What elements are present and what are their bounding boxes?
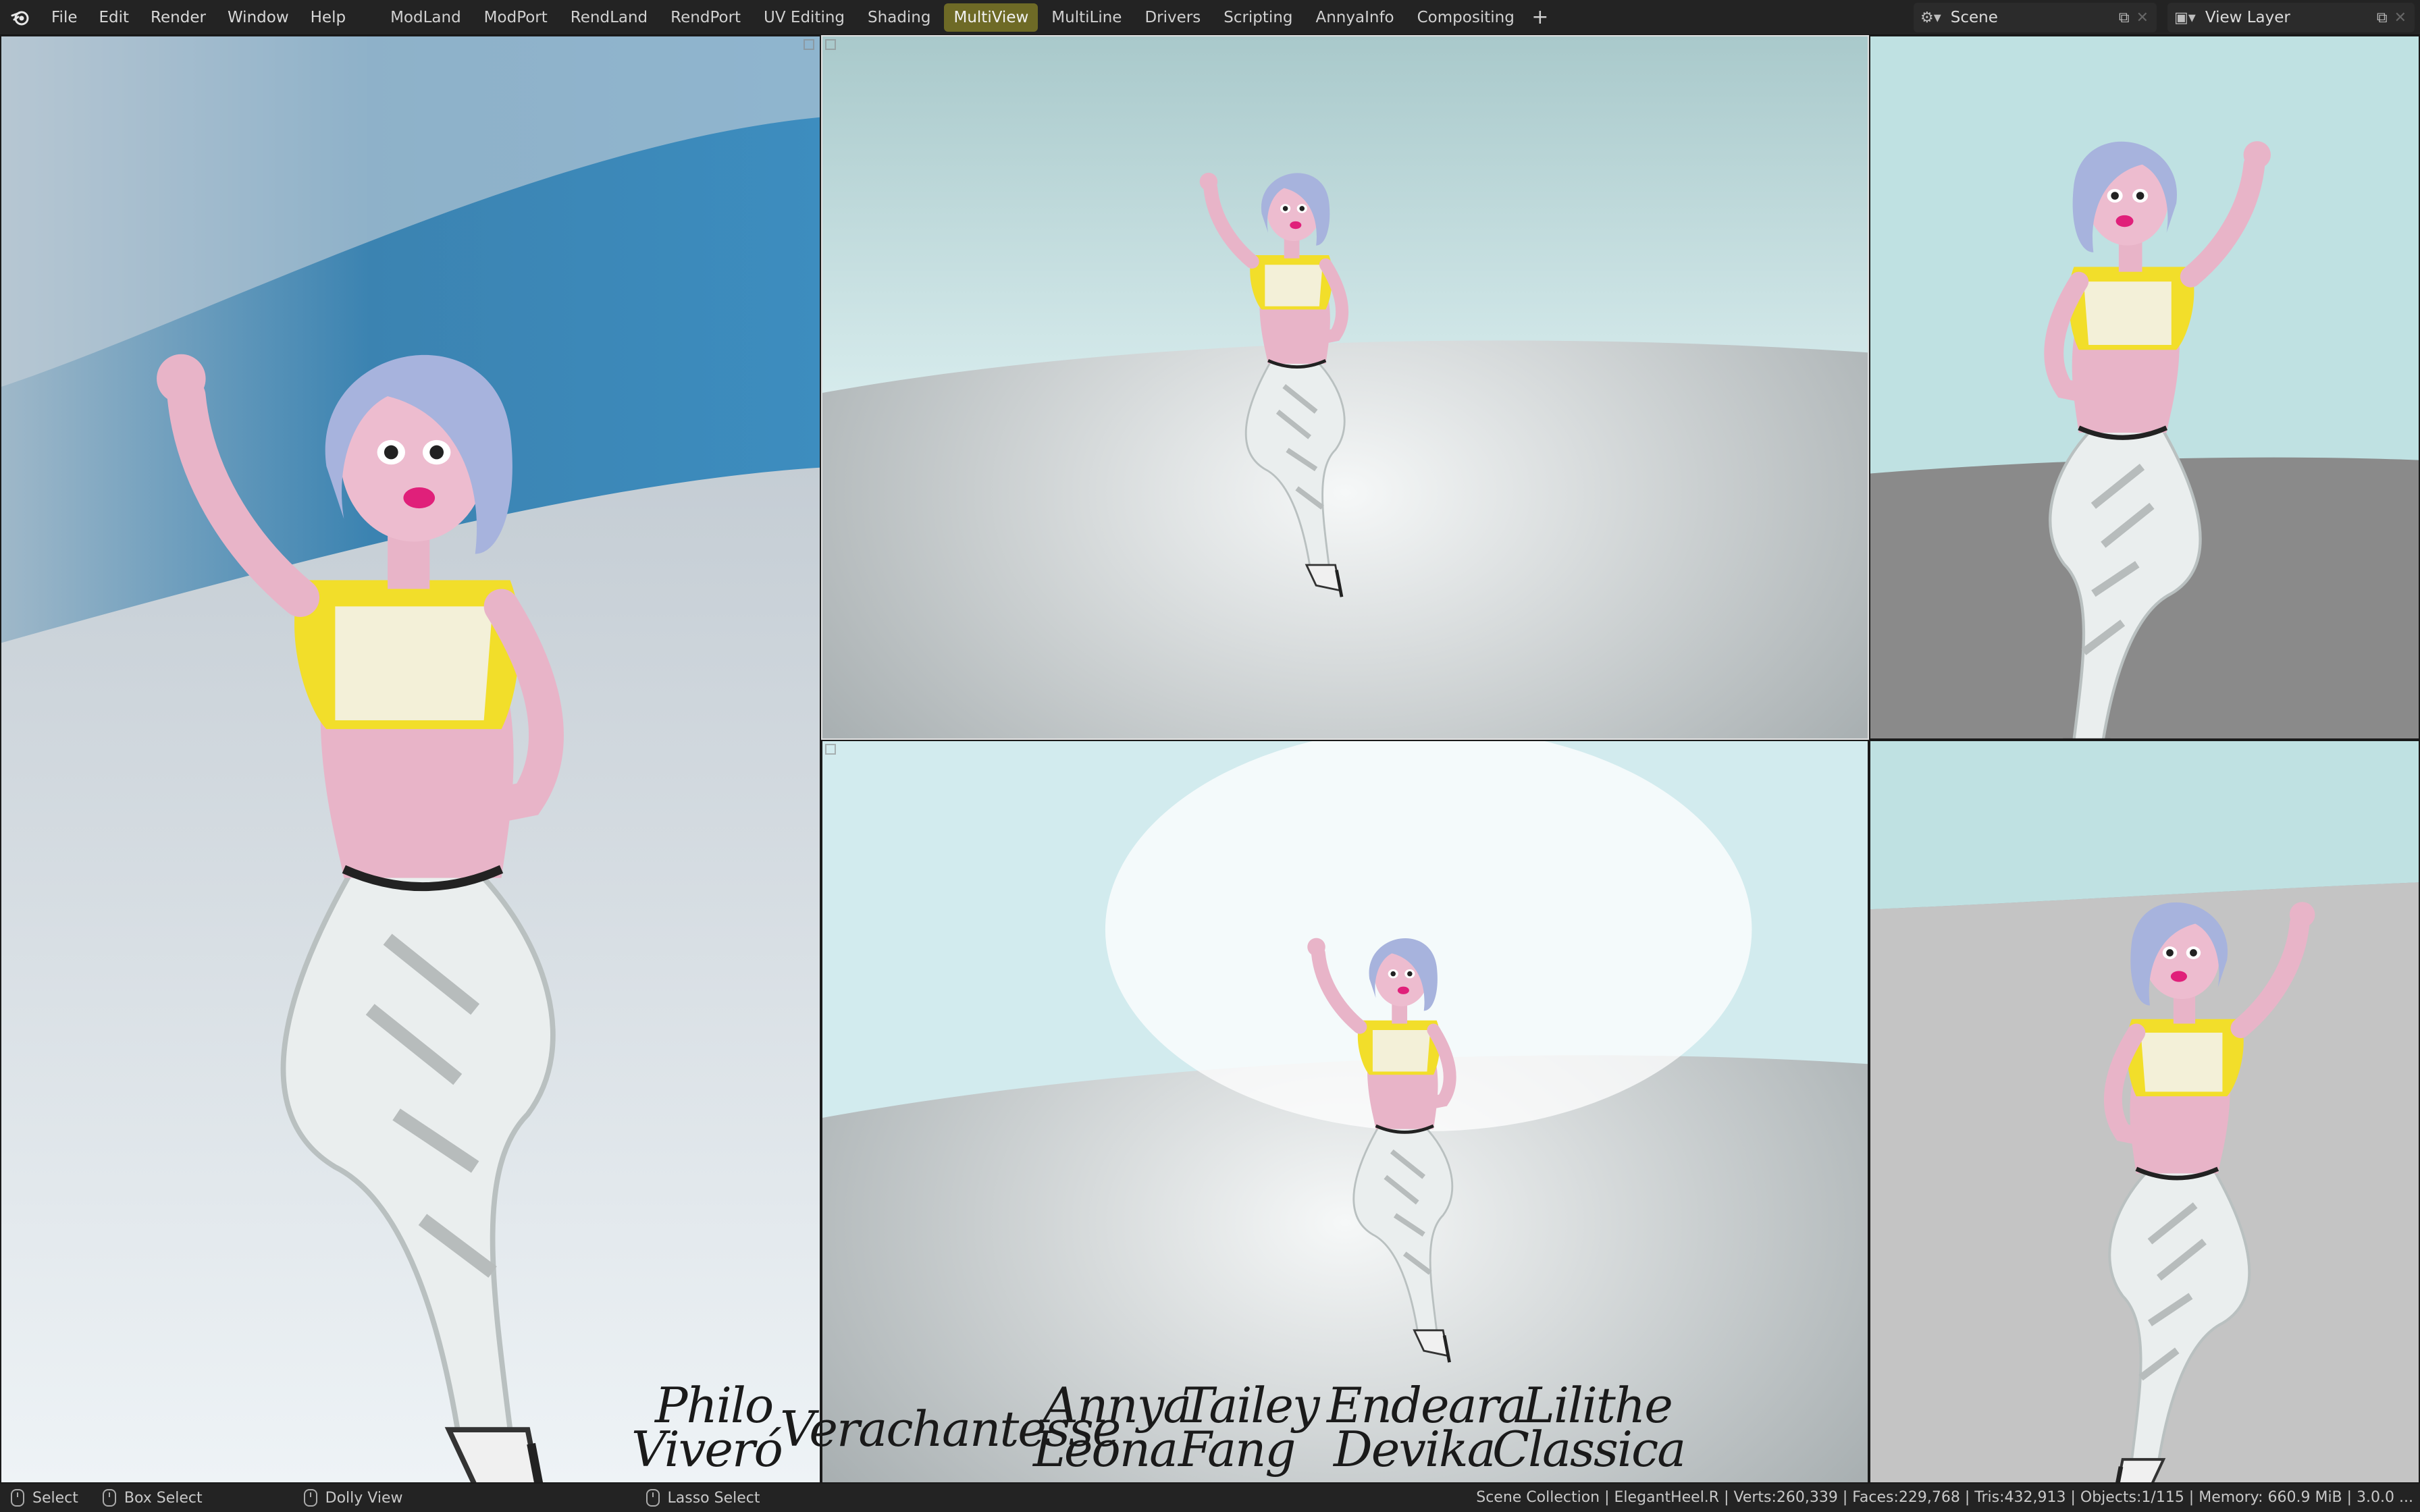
status-dolly-label: Dolly View — [325, 1489, 403, 1507]
status-box-select-label: Box Select — [124, 1489, 203, 1507]
mouse-left-icon — [11, 1489, 24, 1507]
tab-rendport[interactable]: RendPort — [661, 3, 750, 32]
copy-scene-icon[interactable]: ⧉ — [2119, 9, 2130, 26]
blender-logo-icon[interactable] — [0, 0, 41, 35]
viewport-bottom-center[interactable] — [821, 740, 1869, 1484]
tab-annyainfo[interactable]: AnnyaInfo — [1307, 3, 1404, 32]
status-bar: Select Box Select Dolly View Lasso Selec… — [0, 1484, 2420, 1512]
mouse-right-icon — [646, 1489, 660, 1507]
corner-handle-icon[interactable] — [825, 39, 836, 50]
scene-name: Scene — [1950, 9, 1998, 26]
menu-help[interactable]: Help — [300, 3, 357, 32]
tab-rendland[interactable]: RendLand — [561, 3, 657, 32]
add-workspace-button[interactable]: + — [1528, 3, 1552, 32]
view-layer-selector[interactable]: ▣▾ View Layer ⧉ ✕ — [2167, 3, 2415, 32]
status-select-label: Select — [32, 1489, 78, 1507]
scene-selector[interactable]: ⚙▾ Scene ⧉ ✕ — [1914, 3, 2157, 32]
viewport-left-closeup[interactable] — [0, 35, 821, 1484]
status-box-select: Box Select — [102, 1489, 203, 1507]
mouse-middle-icon — [303, 1489, 317, 1507]
mouse-drag-icon — [102, 1489, 116, 1507]
menu-window[interactable]: Window — [217, 3, 300, 32]
status-dolly-view: Dolly View — [303, 1489, 403, 1507]
tab-compositing[interactable]: Compositing — [1408, 3, 1524, 32]
viewport-top-right[interactable] — [1869, 35, 2420, 740]
view-layer-name: View Layer — [2205, 9, 2290, 26]
scene-statistics: Scene Collection | ElegantHeel.R | Verts… — [1476, 1489, 2413, 1506]
menu-file[interactable]: File — [41, 3, 88, 32]
status-lasso-label: Lasso Select — [667, 1489, 760, 1507]
viewport-bottom-right[interactable] — [1869, 740, 2420, 1484]
tab-shading[interactable]: Shading — [858, 3, 940, 32]
status-select: Select — [11, 1489, 78, 1507]
tab-multiline[interactable]: MultiLine — [1042, 3, 1131, 32]
tab-modport[interactable]: ModPort — [475, 3, 557, 32]
viewport-top-center[interactable] — [821, 35, 1869, 740]
close-icon[interactable]: ✕ — [2394, 9, 2406, 26]
corner-handle-icon[interactable] — [825, 744, 836, 755]
tab-scripting[interactable]: Scripting — [1214, 3, 1302, 32]
tab-uv-editing[interactable]: UV Editing — [754, 3, 854, 32]
tab-modland[interactable]: ModLand — [381, 3, 471, 32]
menu-edit[interactable]: Edit — [88, 3, 140, 32]
menu-render[interactable]: Render — [140, 3, 217, 32]
tab-drivers[interactable]: Drivers — [1135, 3, 1210, 32]
tab-multiview[interactable]: MultiView — [944, 3, 1038, 32]
copy-layer-icon[interactable]: ⧉ — [2377, 9, 2388, 26]
corner-handle-icon[interactable] — [804, 39, 814, 50]
scene-icon: ⚙▾ — [1920, 9, 1941, 26]
close-icon[interactable]: ✕ — [2136, 9, 2149, 26]
view-layer-icon: ▣▾ — [2174, 9, 2196, 26]
status-lasso-select: Lasso Select — [646, 1489, 760, 1507]
top-bar: File Edit Render Window Help ModLand Mod… — [0, 0, 2420, 35]
